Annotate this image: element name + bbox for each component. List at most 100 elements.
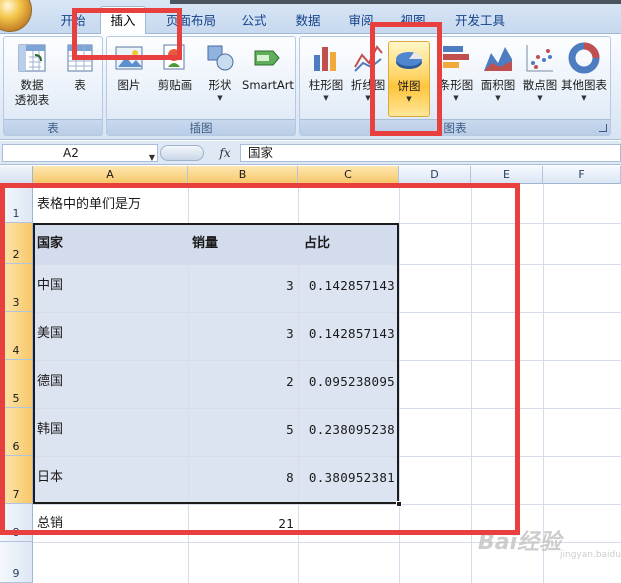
scatter-chart-icon [526, 45, 553, 72]
clipart-button[interactable]: 剪贴画 [151, 41, 199, 117]
area-chart-label: 面积图 [480, 78, 516, 92]
scatter-chart-dropdown-icon: ▼ [537, 94, 543, 102]
gridline [33, 504, 621, 505]
smartart-icon [254, 50, 280, 66]
smartart-label: SmartArt [242, 78, 294, 92]
table-icon [67, 44, 93, 72]
area-chart-dropdown-icon: ▼ [495, 94, 501, 102]
other-charts-button[interactable]: 其他图表 ▼ [558, 41, 610, 117]
column-header-a[interactable]: A [33, 166, 188, 184]
gridline [471, 184, 472, 583]
pie-chart-dropdown-icon: ▼ [406, 95, 412, 103]
tab-view[interactable]: 视图 [393, 10, 433, 34]
bar-chart-icon [443, 46, 469, 68]
smartart-button[interactable]: SmartArt [241, 41, 295, 117]
title-strip [170, 0, 621, 4]
row-number: 3 [12, 296, 20, 309]
column-chart-dropdown-icon: ▼ [323, 94, 329, 102]
watermark-url: jingyan.baidu.com [560, 550, 621, 560]
pie-chart-button[interactable]: 饼图 ▼ [388, 41, 430, 117]
charts-dialog-launcher-icon[interactable] [599, 124, 607, 132]
row-header-8[interactable]: 8 [0, 504, 33, 542]
scatter-chart-button[interactable]: 散点图 ▼ [516, 41, 564, 117]
column-header-e[interactable]: E [471, 166, 543, 184]
shapes-label: 形状 [208, 78, 232, 92]
gridline [399, 184, 400, 583]
formula-bar-resize-handle[interactable] [160, 145, 204, 161]
group-tables-label: 表 [4, 119, 102, 135]
row-header-3[interactable]: 3 [0, 264, 33, 312]
name-box-dropdown-icon[interactable]: ▼ [149, 150, 155, 166]
cell-a1[interactable]: 表格中的单们是万 [33, 190, 293, 220]
column-header-b[interactable]: B [188, 166, 298, 184]
area-chart-icon [484, 47, 512, 71]
row-number: 8 [12, 526, 20, 539]
pie-chart-label: 饼图 [397, 79, 421, 93]
line-chart-button[interactable]: 折线图 ▼ [344, 41, 392, 117]
cell-b8-total-value[interactable]: 21 [188, 510, 298, 538]
tab-page-layout[interactable]: 页面布局 [160, 10, 222, 34]
cell-a8-total-label[interactable]: 总销 [33, 510, 188, 538]
fill-handle[interactable] [396, 501, 402, 507]
row-header-7[interactable]: 7 [0, 456, 33, 504]
insert-function-icon[interactable]: fx [214, 144, 236, 162]
watermark-logo: Bai经验 [478, 530, 562, 555]
formula-bar: A2 ▼ fx 国家 [0, 141, 621, 165]
line-chart-dropdown-icon: ▼ [365, 94, 371, 102]
name-box-value: A2 [63, 146, 79, 160]
group-tables: 数据 透视表 表 表 [3, 36, 103, 136]
area-chart-button[interactable]: 面积图 ▼ [474, 41, 522, 117]
group-illustrations-label: 插图 [107, 119, 295, 135]
picture-icon [115, 46, 143, 70]
doughnut-chart-icon [568, 42, 600, 74]
ribbon-insert-panel: 数据 透视表 表 表 图片 剪贴画 形状 ▼ SmartArt 插图 柱形图 ▼… [0, 34, 621, 140]
table-label: 表 [74, 78, 86, 92]
group-charts: 柱形图 ▼ 折线图 ▼ 饼图 ▼ 条形图 ▼ 面积图 ▼ 散点图 ▼ 其他图表 … [299, 36, 611, 136]
tab-data[interactable]: 数据 [288, 10, 328, 34]
pivot-table-icon [18, 44, 46, 72]
ribbon-tab-bar: 开始 插入 页面布局 公式 数据 审阅 视图 开发工具 [0, 0, 621, 35]
shapes-icon [207, 45, 234, 71]
scatter-chart-label: 散点图 [522, 78, 558, 92]
tab-formulas[interactable]: 公式 [234, 10, 274, 34]
tab-developer[interactable]: 开发工具 [448, 10, 512, 34]
other-charts-label: 其他图表 [561, 78, 607, 92]
column-header-f[interactable]: F [543, 166, 621, 184]
selection-border [33, 223, 399, 504]
row-header-4[interactable]: 4 [0, 312, 33, 360]
row-header-5[interactable]: 5 [0, 360, 33, 408]
name-box[interactable]: A2 ▼ [2, 144, 158, 162]
shapes-button[interactable]: 形状 ▼ [199, 41, 241, 117]
column-chart-icon [314, 47, 336, 71]
other-charts-dropdown-icon: ▼ [581, 94, 587, 102]
tab-insert[interactable]: 插入 [100, 6, 146, 35]
column-chart-label: 柱形图 [308, 78, 344, 92]
row-header-2[interactable]: 2 [0, 223, 33, 264]
row-number: 9 [12, 567, 20, 580]
group-charts-label: 图表 [300, 119, 610, 135]
picture-label: 图片 [117, 78, 141, 92]
column-header-d[interactable]: D [399, 166, 471, 184]
row-header-6[interactable]: 6 [0, 408, 33, 456]
row-number: 6 [12, 440, 20, 453]
formula-input[interactable]: 国家 [240, 144, 621, 162]
office-button[interactable] [0, 0, 32, 32]
shapes-dropdown-icon: ▼ [217, 94, 223, 102]
column-header-c[interactable]: C [298, 166, 399, 184]
clipart-icon [163, 44, 185, 70]
row-header-9[interactable]: 9 [0, 542, 33, 583]
bar-chart-button[interactable]: 条形图 ▼ [432, 41, 480, 117]
worksheet-grid[interactable]: A B C D E F 1 2 3 4 5 6 7 8 9 表格中的单们是万 国… [0, 166, 621, 583]
picture-button[interactable]: 图片 [109, 41, 149, 117]
select-all-corner[interactable] [0, 166, 33, 184]
bar-chart-dropdown-icon: ▼ [453, 94, 459, 102]
table-button[interactable]: 表 [56, 41, 104, 117]
row-header-1[interactable]: 1 [0, 184, 33, 223]
tab-home[interactable]: 开始 [52, 10, 94, 34]
tab-review[interactable]: 审阅 [341, 10, 381, 34]
column-chart-button[interactable]: 柱形图 ▼ [302, 41, 350, 117]
pivot-table-button[interactable]: 数据 透视表 [8, 41, 56, 117]
pivot-table-label: 数据 透视表 [14, 78, 50, 107]
row-number: 2 [12, 248, 20, 261]
line-chart-label: 折线图 [350, 78, 386, 92]
